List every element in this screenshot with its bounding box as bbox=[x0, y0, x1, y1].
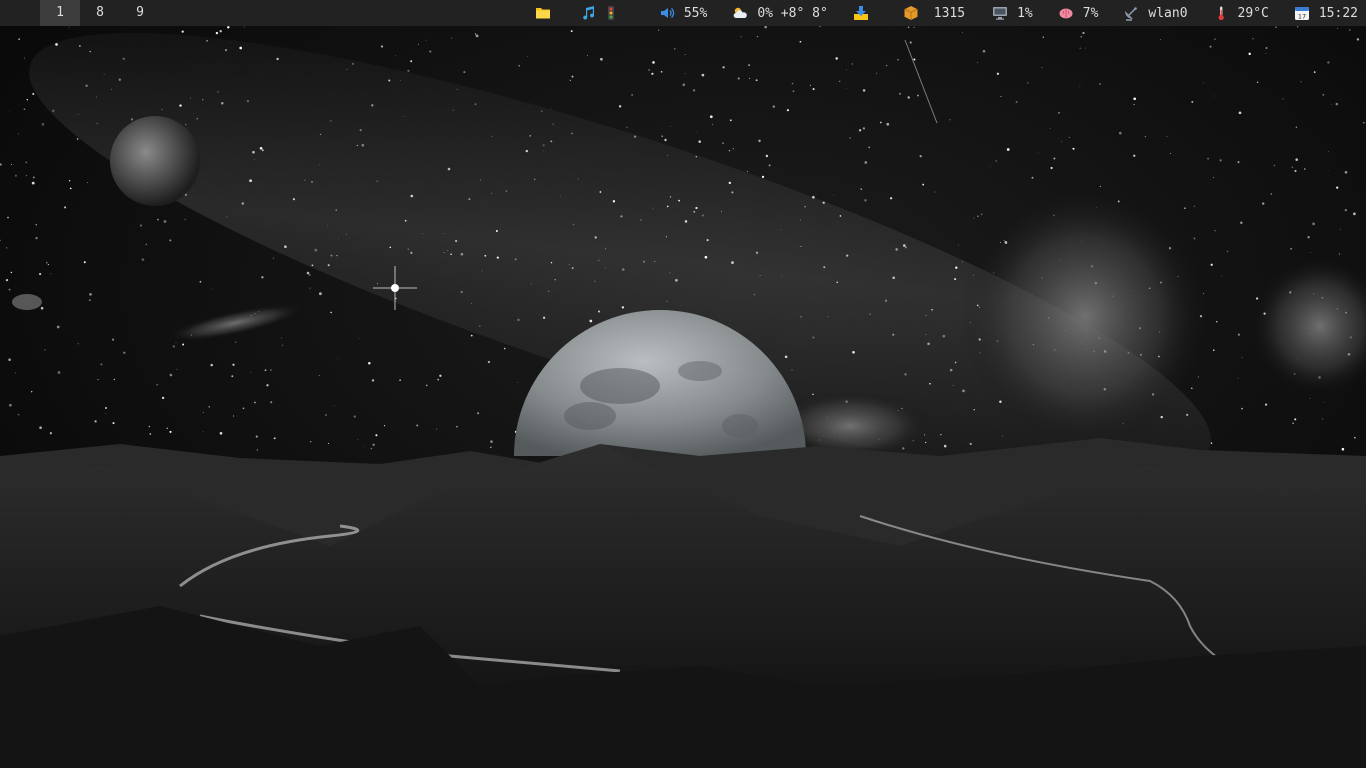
clock-value: 15:22 bbox=[1318, 5, 1358, 21]
network-value: wlan0 bbox=[1148, 5, 1188, 21]
monitor-icon bbox=[991, 4, 1009, 22]
workspace-list: 1 8 9 bbox=[40, 0, 160, 26]
top-status-bar: 1 8 9 55% 0% +8° 8° 1315 1% 7% wlan0 29°… bbox=[0, 0, 1366, 26]
nebula-cloud bbox=[960, 186, 1210, 446]
cpu-value: 1% bbox=[1017, 5, 1033, 21]
memory-value: 7% bbox=[1082, 5, 1099, 21]
workspace-1-button[interactable]: 1 bbox=[40, 0, 80, 26]
memory-block[interactable]: 7% bbox=[1057, 0, 1099, 26]
calendar-day-label: 17 bbox=[1298, 13, 1306, 21]
media-block[interactable] bbox=[580, 0, 628, 26]
package-icon bbox=[902, 4, 920, 22]
partly-cloudy-icon bbox=[731, 4, 749, 22]
volume-block[interactable]: 55% bbox=[658, 0, 707, 26]
distant-planet bbox=[110, 116, 200, 206]
workspace-8-button[interactable]: 8 bbox=[80, 0, 120, 26]
distant-moonlet bbox=[12, 294, 42, 310]
temperature-value: 29°C bbox=[1237, 5, 1269, 21]
packages-value: 1315 bbox=[933, 5, 966, 21]
temperature-block[interactable]: 29°C bbox=[1212, 0, 1269, 26]
clock-block[interactable]: 17 15:22 bbox=[1293, 0, 1358, 26]
traffic-light-icon bbox=[602, 4, 620, 22]
volume-value: 55% bbox=[683, 5, 708, 21]
packages-block[interactable]: 1315 bbox=[902, 0, 965, 26]
network-block[interactable]: wlan0 bbox=[1122, 0, 1188, 26]
satellite-dish-icon bbox=[1122, 4, 1140, 22]
brain-icon bbox=[1057, 4, 1075, 22]
workspace-9-button[interactable]: 9 bbox=[120, 0, 160, 26]
cpu-block[interactable]: 1% bbox=[991, 0, 1033, 26]
music-notes-icon bbox=[580, 4, 598, 22]
desktop-wallpaper bbox=[0, 26, 1366, 768]
updates-block[interactable] bbox=[852, 0, 878, 26]
files-block[interactable] bbox=[534, 0, 560, 26]
calendar-icon: 17 bbox=[1293, 4, 1311, 22]
weather-block[interactable]: 0% +8° 8° bbox=[731, 0, 828, 26]
folder-icon bbox=[534, 4, 552, 22]
status-blocks: 55% 0% +8° 8° 1315 1% 7% wlan0 29°C 17 1… bbox=[534, 0, 1366, 26]
thermometer-icon bbox=[1212, 4, 1230, 22]
download-tray-icon bbox=[852, 4, 870, 22]
speaker-icon bbox=[658, 4, 676, 22]
weather-value: 0% +8° 8° bbox=[757, 5, 828, 21]
